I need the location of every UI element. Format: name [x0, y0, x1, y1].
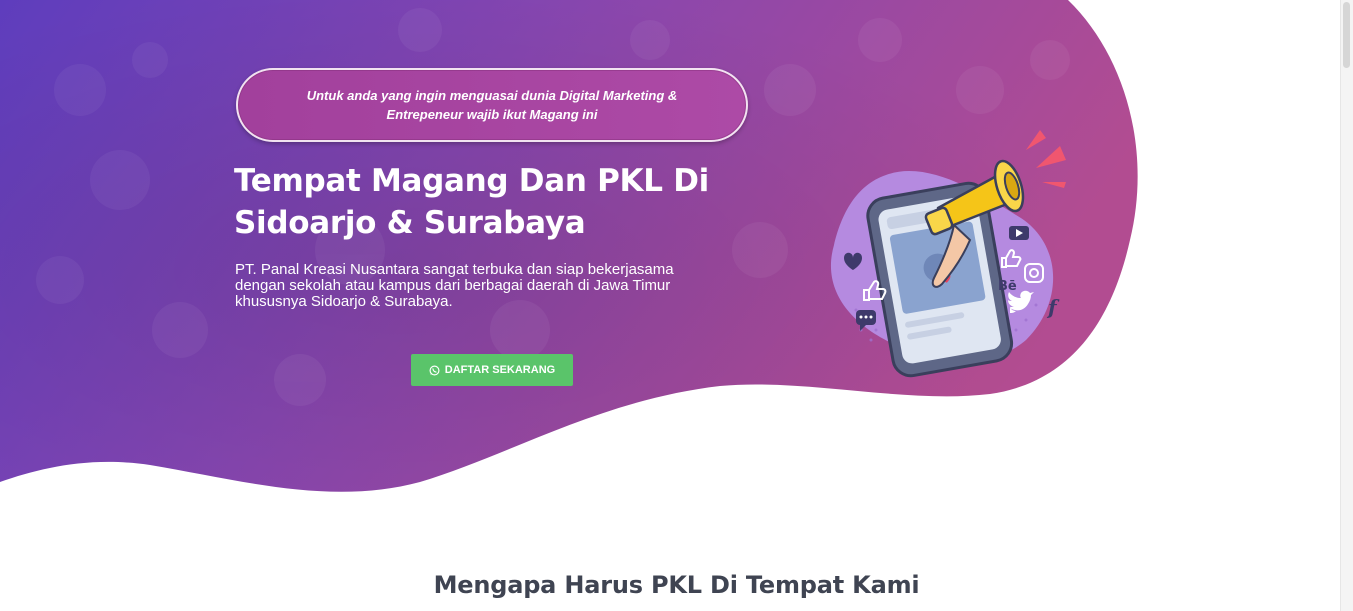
- register-button[interactable]: DAFTAR SEKARANG: [411, 354, 573, 386]
- social-media-illustration: Bē f: [830, 130, 1066, 378]
- facebook-icon: f: [1046, 295, 1060, 319]
- register-button-label: DAFTAR SEKARANG: [444, 364, 556, 376]
- tagline-text: Untuk anda yang ingin menguasai dunia Di…: [306, 88, 678, 122]
- hero-description: PT. Panal Kreasi Nusantara sangat terbuk…: [235, 261, 674, 310]
- youtube-icon: [1009, 226, 1029, 240]
- section-title: Mengapa Harus PKL Di Tempat Kami: [433, 571, 920, 599]
- scrollbar[interactable]: [1340, 0, 1353, 611]
- tagline-pill: Untuk anda yang ingin menguasai dunia Di…: [236, 68, 748, 142]
- scrollbar-thumb[interactable]: [1343, 2, 1350, 68]
- behance-icon: Bē: [998, 279, 1017, 294]
- hero-title: Tempat Magang Dan PKL Di Sidoarjo & Sura…: [234, 163, 709, 241]
- whatsapp-icon: [429, 365, 440, 376]
